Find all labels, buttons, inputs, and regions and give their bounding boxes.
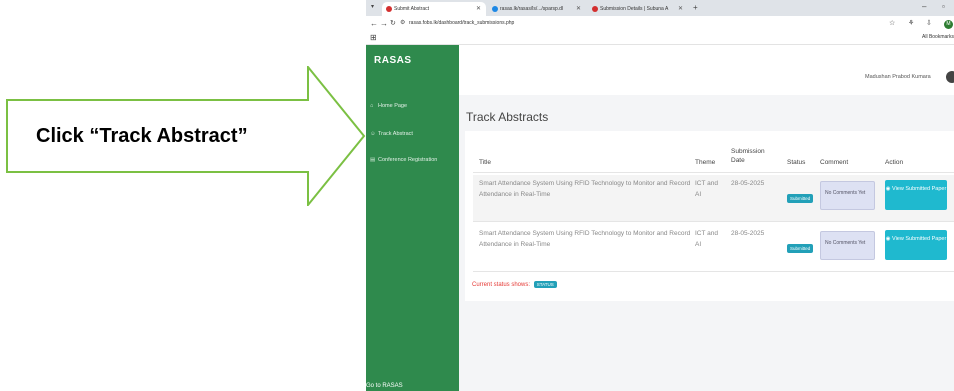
table-row: Smart Attendance System Using RFID Techn… xyxy=(473,225,954,271)
tab-label: Submit Abstract xyxy=(394,6,430,12)
user-name[interactable]: Madushan Prabod Kumara xyxy=(865,74,931,80)
tab-bar: ▾ Submit Abstract ✕ rasas.lk/rasas/ls/..… xyxy=(366,0,954,16)
column-header-comment: Comment xyxy=(820,159,849,166)
table-row: Smart Attendance System Using RFID Techn… xyxy=(473,175,954,221)
new-tab-icon[interactable]: + xyxy=(693,3,698,12)
goto-rasas-link[interactable]: Go to RASAS xyxy=(366,383,403,389)
header-divider xyxy=(473,172,954,173)
row-divider xyxy=(473,271,954,272)
column-header-action: Action xyxy=(885,159,904,166)
maximize-icon[interactable]: ▫ xyxy=(942,2,945,11)
home-icon: ⌂ xyxy=(370,103,374,109)
button-label: View Submitted Paper xyxy=(892,186,947,192)
extensions-icon[interactable]: ⚘ xyxy=(908,19,914,27)
row-theme: ICT and AI xyxy=(695,180,719,198)
status-legend-badge: STATUS xyxy=(533,281,557,288)
status-badge: Submitted xyxy=(787,194,814,203)
view-submitted-paper-button[interactable]: ◉ View Submitted Paper xyxy=(885,180,947,210)
view-submitted-paper-button[interactable]: ◉ View Submitted Paper xyxy=(885,230,947,260)
column-header-theme: Theme xyxy=(695,159,716,166)
profile-avatar[interactable]: M xyxy=(944,20,953,29)
apps-grid-icon[interactable]: ⊞ xyxy=(370,33,377,42)
comment-box: No Comments Yet xyxy=(820,181,875,210)
address-bar: ← → ↻ ⚙ rasas.fobs.lk/dashboard/track_su… xyxy=(366,16,954,32)
row-title: Smart Attendance System Using RFID Techn… xyxy=(479,230,691,248)
abstracts-table: Title Theme Submission Date Status Comme… xyxy=(465,131,954,301)
tab-2[interactable]: rasas.lk/rasas/ls/.../sparsp.dl ✕ xyxy=(488,2,586,16)
tab-submit-abstract[interactable]: Submit Abstract ✕ xyxy=(382,2,486,16)
column-header-submission-date: Submission Date xyxy=(731,148,765,164)
document-icon: ▤ xyxy=(370,157,376,163)
url-field[interactable]: rasas.fobs.lk/dashboard/track_submission… xyxy=(409,20,514,26)
sidebar-item-label: Track Abstract xyxy=(378,131,413,137)
close-tab-icon[interactable]: ✕ xyxy=(678,5,683,12)
column-header-status: Status xyxy=(787,159,806,166)
sidebar-item-label: Conference Registration xyxy=(378,157,438,163)
row-theme: ICT and AI xyxy=(695,230,719,248)
minimize-icon[interactable]: – xyxy=(922,2,926,11)
bookmarks-bar: ⊞ All Bookmarks xyxy=(366,32,954,45)
site-favicon-icon xyxy=(592,6,598,12)
drive-favicon-icon xyxy=(492,6,498,12)
close-tab-icon[interactable]: ✕ xyxy=(476,5,481,12)
sidebar-item-conference-registration[interactable]: ▤ Conference Registration xyxy=(370,157,437,163)
row-date: 28-05-2025 xyxy=(731,180,765,187)
tab-label: Submission Details | Subuna A xyxy=(600,6,669,12)
row-date: 28-05-2025 xyxy=(731,230,765,237)
download-icon[interactable]: ⇩ xyxy=(926,19,932,27)
forward-icon[interactable]: → xyxy=(380,19,388,28)
sidebar-item-track-abstract[interactable]: ☺ Track Abstract xyxy=(370,131,413,137)
status-note: Current status shows: STATUS xyxy=(472,281,557,288)
bookmark-star-icon[interactable]: ☆ xyxy=(889,19,895,27)
row-divider xyxy=(473,221,954,222)
back-icon[interactable]: ← xyxy=(370,19,378,28)
sidebar-item-label: Home Page xyxy=(378,103,408,109)
all-bookmarks[interactable]: All Bookmarks xyxy=(922,34,954,40)
sidebar: RASAS ⌂ Home Page ☺ Track Abstract ▤ Confer… xyxy=(366,45,459,391)
tab-label: rasas.lk/rasas/ls/.../sparsp.dl xyxy=(500,6,564,12)
comment-box: No Comments Yet xyxy=(820,231,875,260)
column-header-title: Title xyxy=(479,159,492,166)
sidebar-item-home[interactable]: ⌂ Home Page xyxy=(370,103,407,109)
callout-text: Click “Track Abstract” xyxy=(36,125,248,147)
user-icon: ☺ xyxy=(370,131,376,137)
row-title: Smart Attendance System Using RFID Techn… xyxy=(479,180,691,198)
brand-logo: RASAS xyxy=(374,55,412,66)
tab-3[interactable]: Submission Details | Subuna A ✕ xyxy=(588,2,688,16)
tab-search-icon[interactable]: ▾ xyxy=(371,3,374,10)
status-note-text: Current status shows: xyxy=(472,282,531,288)
top-header: Madushan Prabod Kumara xyxy=(459,45,954,95)
status-badge: Submitted xyxy=(787,244,814,253)
site-favicon-icon xyxy=(386,6,392,12)
button-label: View Submitted Paper xyxy=(892,236,947,242)
close-tab-icon[interactable]: ✕ xyxy=(576,5,581,12)
reload-icon[interactable]: ↻ xyxy=(390,19,396,27)
page-title: Track Abstracts xyxy=(466,110,549,124)
instruction-callout: Click “Track Abstract” xyxy=(6,66,366,206)
browser-window: ▾ Submit Abstract ✕ rasas.lk/rasas/ls/..… xyxy=(366,0,954,391)
site-settings-icon[interactable]: ⚙ xyxy=(400,19,405,26)
page: Click “Track Abstract” ▾ Submit Abstract… xyxy=(0,0,954,391)
user-avatar-icon[interactable] xyxy=(946,71,954,83)
